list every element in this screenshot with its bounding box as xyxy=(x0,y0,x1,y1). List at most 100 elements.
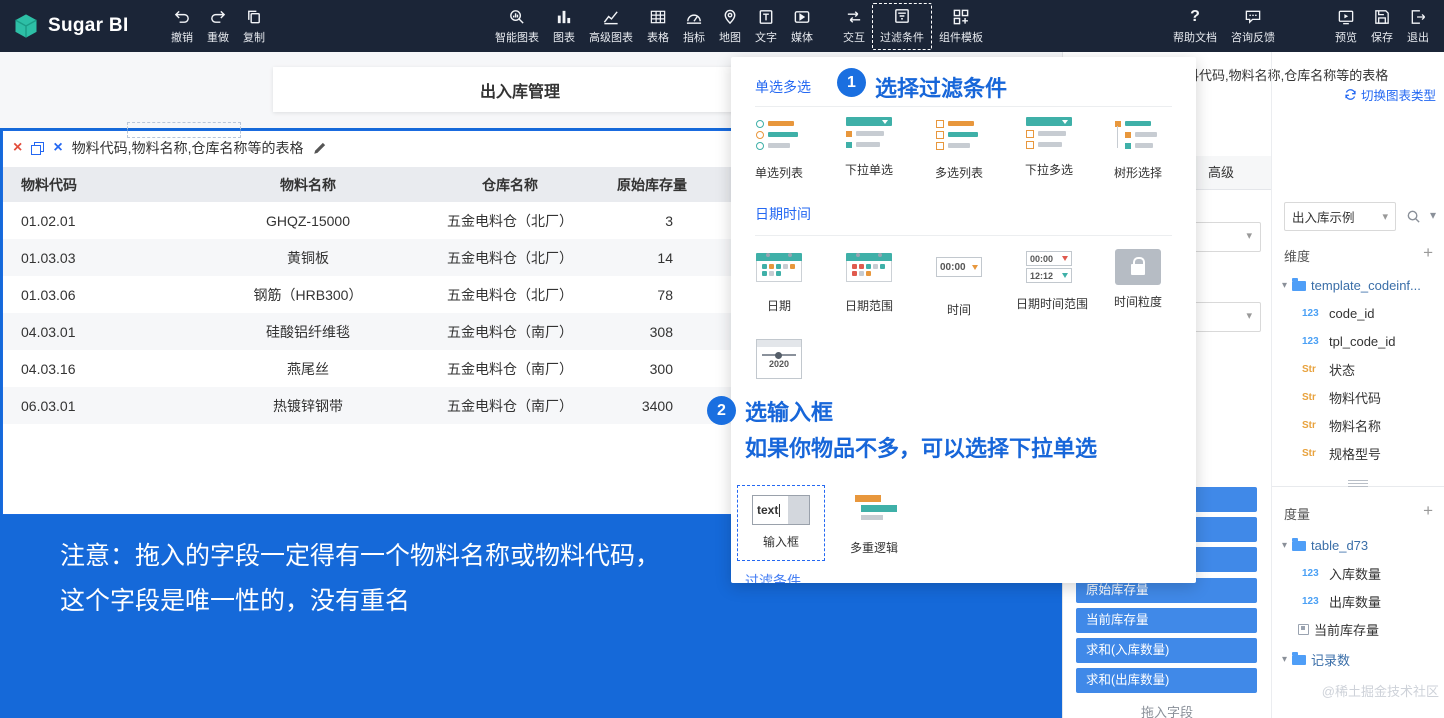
component-template-button[interactable]: 组件模板 xyxy=(932,7,990,45)
save-button[interactable]: 保存 xyxy=(1364,7,1400,45)
measure-section-header: 度量 + xyxy=(1272,501,1444,524)
tree-folder-template-codeinf[interactable]: ▾ template_codeinf... xyxy=(1272,274,1444,296)
time-icon: 00:00 xyxy=(936,257,982,293)
field-chip-current-stock[interactable]: 当前库存量 xyxy=(1076,608,1257,633)
tree-folder-record-count[interactable]: ▾ 记录数 xyxy=(1272,648,1444,670)
drag-field-hint[interactable]: 拖入字段 xyxy=(1063,702,1271,718)
filter-condition-section-link[interactable]: 过滤条件 xyxy=(745,571,801,583)
sugar-bi-editor: Sugar BI 撤销 重做 复制 智能图表 图表 高级图表 表格 指标 地图 … xyxy=(0,0,1444,718)
map-button[interactable]: 地图 xyxy=(712,7,748,45)
col-header-original-stock: 原始库存量 xyxy=(596,167,708,202)
delete-widget-icon[interactable]: × xyxy=(13,140,22,156)
brand: Sugar BI xyxy=(12,0,129,52)
copy-widget-icon[interactable] xyxy=(31,141,45,155)
indicator-button[interactable]: 指标 xyxy=(676,7,712,45)
resize-grip[interactable] xyxy=(1348,480,1368,487)
filter-condition-button[interactable]: 过滤条件 xyxy=(872,2,932,50)
redo-icon xyxy=(209,7,227,26)
exit-button[interactable]: 退出 xyxy=(1400,7,1436,45)
string-type-icon: Str xyxy=(1302,363,1316,375)
dataset-name: 出入库示例 xyxy=(1292,211,1355,225)
page-title-widget[interactable]: 出入库管理 xyxy=(273,67,767,112)
tree-field-code-id[interactable]: 123 code_id xyxy=(1272,302,1444,324)
filter-type-date[interactable]: 日期 xyxy=(746,249,812,314)
tree-field-material-code[interactable]: Str 物料代码 xyxy=(1272,386,1444,408)
single-multi-select-section-link[interactable]: 单选多选 xyxy=(755,77,811,97)
tree-field-spec-model[interactable]: Str 规格型号 xyxy=(1272,442,1444,464)
help-docs-button[interactable]: ? 帮助文档 xyxy=(1166,7,1224,45)
dataset-select[interactable]: 出入库示例 ▾ xyxy=(1284,202,1396,231)
tree-field-current-stock[interactable]: 当前库存量 xyxy=(1272,618,1444,640)
tree-folder-table-d73[interactable]: ▾ table_d73 xyxy=(1272,534,1444,556)
numeric-type-icon: 123 xyxy=(1302,335,1319,347)
datetime-section-link[interactable]: 日期时间 xyxy=(755,204,811,224)
col-header-material-code: 物料代码 xyxy=(3,167,192,202)
action-tool-group: 预览 保存 退出 xyxy=(1328,0,1436,52)
chevron-down-icon: ▾ xyxy=(1382,211,1388,223)
filter-type-datetime-range[interactable]: 00:00 12:12 日期时间范围 xyxy=(1016,249,1088,312)
filter-type-dropdown-multi-select[interactable]: 下拉多选 xyxy=(1016,117,1082,178)
step-2-line-1: 选输入框 xyxy=(745,400,834,425)
filter-type-dropdown-single-select[interactable]: 下拉单选 xyxy=(836,117,902,178)
undo-button[interactable]: 撤销 xyxy=(164,7,200,45)
chevron-down-icon: ▾ xyxy=(1246,310,1252,322)
tree-field-status[interactable]: Str 状态 xyxy=(1272,358,1444,380)
step-1-badge: 1 xyxy=(837,68,866,97)
save-icon xyxy=(1373,7,1391,26)
table-button[interactable]: 表格 xyxy=(640,7,676,45)
filter-type-multi-logic[interactable]: 多重逻辑 xyxy=(839,491,909,556)
edit-title-icon[interactable] xyxy=(312,141,327,156)
redo-button[interactable]: 重做 xyxy=(200,7,236,45)
filter-type-input-box[interactable]: text 输入框 xyxy=(737,485,825,561)
preview-button[interactable]: 预览 xyxy=(1328,7,1364,45)
chevron-down-icon[interactable]: ▾ xyxy=(1282,540,1287,551)
preview-icon xyxy=(1337,7,1355,26)
tree-field-outbound-qty[interactable]: 123 出库数量 xyxy=(1272,590,1444,612)
filter-type-time[interactable]: 00:00 时间 xyxy=(926,249,992,318)
help-icon: ? xyxy=(1190,7,1200,25)
advanced-chart-button[interactable]: 高级图表 xyxy=(582,7,640,45)
search-icon[interactable] xyxy=(1406,209,1421,229)
feedback-button[interactable]: 咨询反馈 xyxy=(1224,7,1282,45)
interaction-button[interactable]: 交互 xyxy=(836,7,872,45)
divider xyxy=(755,235,1172,236)
chevron-down-icon: ▾ xyxy=(1246,230,1252,242)
sugar-bi-logo xyxy=(15,14,37,38)
tree-field-inbound-qty[interactable]: 123 入库数量 xyxy=(1272,562,1444,584)
numeric-type-icon: 123 xyxy=(1302,567,1319,579)
filter-type-tree-select[interactable]: 树形选择 xyxy=(1105,117,1171,181)
widget-title: 物料代码,物料名称,仓库名称等的表格 xyxy=(71,140,304,156)
filter-type-time-granularity[interactable]: 时间粒度 xyxy=(1105,249,1171,310)
numeric-type-icon: 123 xyxy=(1302,595,1319,607)
chart-button[interactable]: 图表 xyxy=(546,7,582,45)
field-chip-sum-outbound[interactable]: 求和(出库数量) xyxy=(1076,668,1257,693)
close-widget-icon[interactable]: × xyxy=(53,140,62,156)
step-2-badge: 2 xyxy=(707,396,736,425)
step-1-text: 选择过滤条件 xyxy=(875,76,1008,101)
component-template-icon xyxy=(952,7,970,26)
field-chip-sum-inbound[interactable]: 求和(入库数量) xyxy=(1076,638,1257,663)
text-button[interactable]: 文字 xyxy=(748,7,784,45)
media-button[interactable]: 媒体 xyxy=(784,7,820,45)
add-dimension-button[interactable]: + xyxy=(1423,243,1433,263)
tab-advanced[interactable]: 高级 xyxy=(1208,156,1234,190)
chevron-down-icon[interactable]: ▾ xyxy=(1282,280,1287,291)
add-measure-button[interactable]: + xyxy=(1423,501,1433,521)
note-line-1: 注意：拖入的字段一定得有一个物料名称或物料代码， xyxy=(60,542,661,570)
filter-type-multi-select-list[interactable]: 多选列表 xyxy=(926,117,992,181)
tree-field-material-name[interactable]: Str 物料名称 xyxy=(1272,414,1444,436)
copy-button[interactable]: 复制 xyxy=(236,7,272,45)
dropdown-multi-select-icon xyxy=(1026,117,1072,153)
single-select-list-icon xyxy=(756,119,802,156)
table-icon xyxy=(649,7,667,26)
chevron-down-icon[interactable]: ▾ xyxy=(1282,654,1287,665)
filter-type-date-range[interactable]: 日期范围 xyxy=(836,249,902,314)
filter-type-year-granularity[interactable]: 2020 xyxy=(746,339,812,379)
filter-type-single-select-list[interactable]: 单选列表 xyxy=(746,117,812,181)
panel-chevron-icon[interactable]: ▾ xyxy=(1430,208,1436,222)
widget-tool-group: 智能图表 图表 高级图表 表格 指标 地图 文字 媒体 交互 过滤条件 组件模板 xyxy=(488,0,990,52)
chart-icon xyxy=(555,7,573,26)
tree-field-tpl-code-id[interactable]: 123 tpl_code_id xyxy=(1272,330,1444,352)
smart-chart-button[interactable]: 智能图表 xyxy=(488,7,546,45)
brand-name: Sugar BI xyxy=(48,15,129,36)
